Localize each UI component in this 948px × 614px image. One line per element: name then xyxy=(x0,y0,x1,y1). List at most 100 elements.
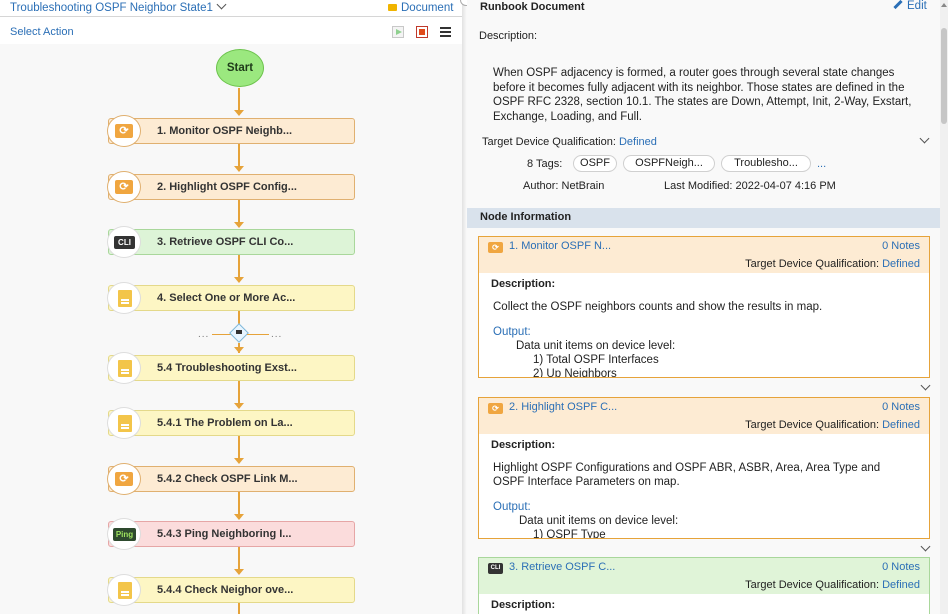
card-output-line: 1) Total OSPF Interfaces xyxy=(533,354,659,366)
node-icon-wrap: ⟳ xyxy=(107,115,141,147)
runbook-title-dropdown[interactable]: Troubleshooting OSPF Neighbor State1 xyxy=(10,0,227,14)
node-icon-wrap: ⟳ xyxy=(107,463,141,495)
select-action-link[interactable]: Select Action xyxy=(10,26,74,38)
node-card-2: ⟳ 2. Highlight OSPF C... 0 Notes Target … xyxy=(478,397,930,539)
play-icon xyxy=(396,29,402,35)
stop-button[interactable] xyxy=(416,26,428,38)
card-description-text: Highlight OSPF Configurations and OSPF A… xyxy=(493,462,881,488)
document-icon xyxy=(118,290,132,307)
node-card-3: CLI 3. Retrieve OSPF C... 0 Notes Target… xyxy=(478,557,930,614)
description-text: When OSPF adjacency is formed, a router … xyxy=(493,67,912,123)
card-output-line: Data unit items on device level: xyxy=(519,515,679,527)
edit-label: Edit xyxy=(907,0,927,12)
connector xyxy=(238,492,240,514)
notes-link[interactable]: 0 Notes xyxy=(882,401,920,413)
card-description-label: Description: xyxy=(491,278,556,290)
tag-chip[interactable]: OSPFNeigh... xyxy=(623,155,715,172)
decision-branch-right[interactable]: ... xyxy=(271,329,282,340)
runbook-title: Troubleshooting OSPF Neighbor State1 xyxy=(10,2,213,14)
flow-node-1[interactable]: ⟳ 1. Monitor OSPF Neighb... xyxy=(107,115,355,147)
card-tdq: Target Device Qualification: Defined xyxy=(745,419,920,431)
node-icon-wrap xyxy=(107,282,141,314)
tdq-defined-link[interactable]: Defined xyxy=(882,579,920,591)
chevron-down-icon[interactable] xyxy=(920,541,931,552)
node-card-1: ⟳ 1. Monitor OSPF N... 0 Notes Target De… xyxy=(478,236,930,378)
node-card-title-link[interactable]: 1. Monitor OSPF N... xyxy=(509,240,611,252)
tag-chip[interactable]: Troublesho... xyxy=(721,155,811,172)
arrow-icon xyxy=(234,403,244,409)
notes-link[interactable]: 0 Notes xyxy=(882,561,920,573)
play-button[interactable] xyxy=(392,26,404,38)
node-card-header: ⟳ 2. Highlight OSPF C... 0 Notes Target … xyxy=(479,398,929,434)
refresh-icon: ⟳ xyxy=(115,472,133,486)
card-description-label: Description: xyxy=(491,599,556,611)
tags-label: 8 Tags: xyxy=(527,158,563,170)
edit-button[interactable]: Edit xyxy=(893,0,927,12)
arrow-icon xyxy=(234,222,244,228)
flow-node-4[interactable]: 4. Select One or More Ac... xyxy=(107,282,355,314)
chevron-down-icon[interactable] xyxy=(920,380,931,391)
tdq-label: Target Device Qualification: xyxy=(745,258,880,270)
connector xyxy=(247,334,269,335)
document-icon xyxy=(118,582,132,599)
refresh-icon: ⟳ xyxy=(115,124,133,138)
tdq-label: Target Device Qualification: xyxy=(745,579,880,591)
scrollbar[interactable] xyxy=(940,0,948,614)
decision-branch-left[interactable]: ... xyxy=(198,329,209,340)
connector xyxy=(212,334,232,335)
cli-icon: CLI xyxy=(488,563,503,574)
arrow-icon xyxy=(234,514,244,520)
tag-chip[interactable]: OSPF xyxy=(573,155,617,172)
connector xyxy=(238,603,240,614)
notes-link[interactable]: 0 Notes xyxy=(882,240,920,252)
node-card-title-link[interactable]: 3. Retrieve OSPF C... xyxy=(509,561,615,573)
flow-node-5-4[interactable]: 5.4 Troubleshooting Exst... xyxy=(107,352,355,384)
connector xyxy=(238,436,240,458)
connector xyxy=(238,144,240,166)
flow-node-label: 4. Select One or More Ac... xyxy=(157,292,296,304)
arrow-icon xyxy=(234,277,244,283)
equals-icon xyxy=(236,332,242,334)
refresh-icon: ⟳ xyxy=(115,180,133,194)
flow-node-5-4-3[interactable]: Ping 5.4.3 Ping Neighboring I... xyxy=(107,518,355,550)
folder-icon xyxy=(388,4,397,11)
node-icon-wrap xyxy=(107,574,141,606)
flow-node-5-4-1[interactable]: 5.4.1 The Problem on La... xyxy=(107,407,355,439)
card-tdq: Target Device Qualification: Defined xyxy=(745,258,920,270)
runbook-header: Runbook Document Edit xyxy=(467,0,940,17)
more-tags-link[interactable]: ... xyxy=(817,158,826,170)
flow-node-3[interactable]: CLI 3. Retrieve OSPF CLI Co... xyxy=(107,226,355,258)
flow-node-label: 3. Retrieve OSPF CLI Co... xyxy=(157,236,294,248)
author: Author: NetBrain xyxy=(523,180,605,192)
node-card-title-link[interactable]: 2. Highlight OSPF C... xyxy=(509,401,617,413)
chevron-down-icon xyxy=(216,0,227,10)
scrollbar-thumb[interactable] xyxy=(941,28,947,124)
flow-node-5-4-4[interactable]: 5.4.4 Check Neighor ove... xyxy=(107,574,355,606)
description-label: Description: xyxy=(479,30,538,42)
node-information-title: Node Information xyxy=(480,211,572,223)
node-card-header: ⟳ 1. Monitor OSPF N... 0 Notes Target De… xyxy=(479,237,929,273)
tdq-label: Target Device Qualification: xyxy=(745,419,880,431)
connector xyxy=(238,381,240,403)
start-node[interactable]: Start xyxy=(216,49,264,87)
node-card-header: CLI 3. Retrieve OSPF C... 0 Notes Target… xyxy=(479,558,929,594)
stop-icon xyxy=(419,29,425,35)
document-link[interactable]: Document xyxy=(388,2,453,14)
pencil-icon xyxy=(893,0,903,10)
node-icon-wrap: ⟳ xyxy=(107,171,141,203)
tdq-defined-link[interactable]: Defined xyxy=(619,136,657,148)
flow-node-2[interactable]: ⟳ 2. Highlight OSPF Config... xyxy=(107,171,355,203)
card-output-line: 1) OSPF Type xyxy=(533,529,606,539)
arrow-icon xyxy=(234,458,244,464)
tdq-defined-link[interactable]: Defined xyxy=(882,258,920,270)
flow-node-5-4-2[interactable]: ⟳ 5.4.2 Check OSPF Link M... xyxy=(107,463,355,495)
target-device-qualification: Target Device Qualification: Defined xyxy=(482,136,657,148)
runbook-document-pane: Runbook Document Edit Description: When … xyxy=(467,0,948,614)
tdq-defined-link[interactable]: Defined xyxy=(882,419,920,431)
refresh-icon: ⟳ xyxy=(488,403,503,414)
chevron-down-icon[interactable] xyxy=(919,133,930,144)
menu-button[interactable] xyxy=(440,27,451,37)
card-output-label: Output: xyxy=(493,326,531,338)
scroll-up-icon[interactable] xyxy=(941,3,947,7)
node-icon-wrap xyxy=(107,407,141,439)
